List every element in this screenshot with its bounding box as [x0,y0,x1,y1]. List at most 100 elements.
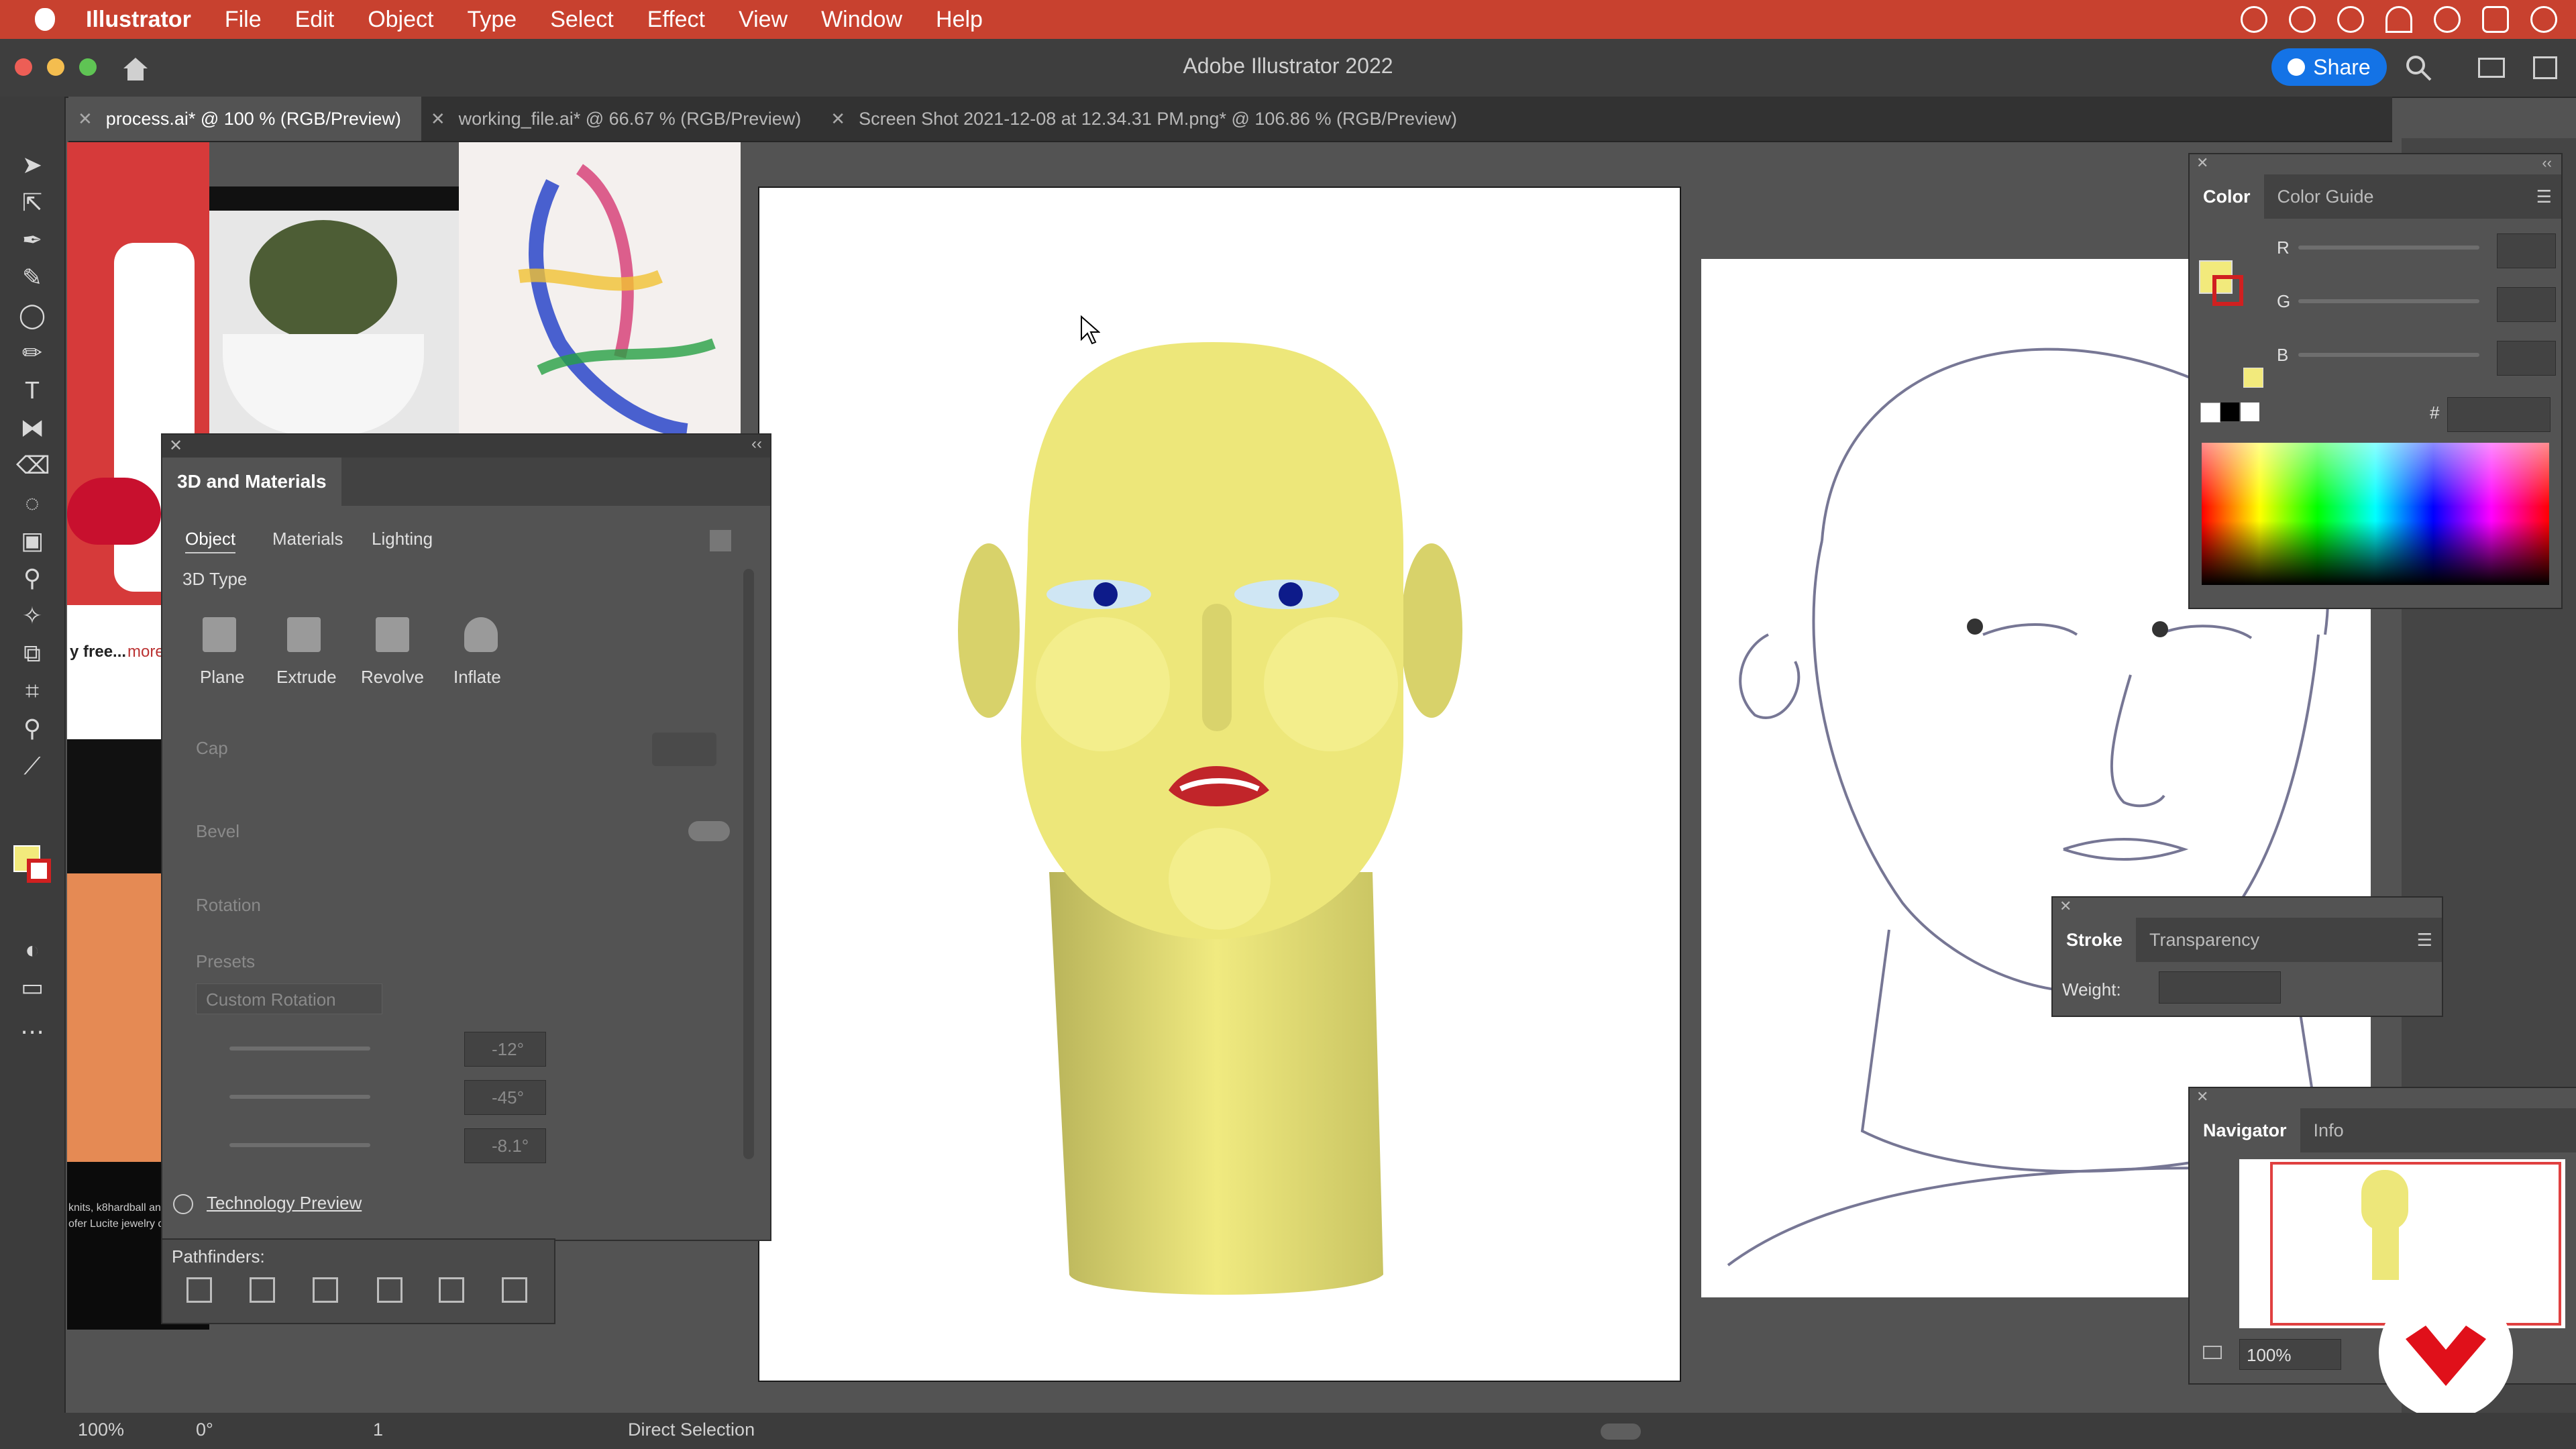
direct-selection-tool-icon[interactable]: ⇱ [16,188,48,217]
menu-select[interactable]: Select [550,7,614,33]
divide-icon[interactable] [439,1277,464,1303]
panel-menu-icon[interactable]: ☰ [2417,930,2432,951]
tab-materials[interactable]: Materials [272,529,343,549]
curvature-tool-icon[interactable]: ✎ [16,263,48,292]
weight-stepper[interactable] [2131,973,2152,1002]
channel-g-slider[interactable] [2298,299,2479,303]
zoom-tool-icon[interactable]: ⚲ [16,714,48,743]
stroke-color-swatch[interactable] [27,859,51,883]
intersect-icon[interactable] [313,1277,338,1303]
tab-lighting[interactable]: Lighting [372,529,433,549]
clock-icon[interactable] [2530,6,2557,33]
tab-transparency[interactable]: Transparency [2136,918,2273,962]
control-center-icon[interactable] [2482,6,2509,33]
color-spectrum[interactable] [2202,443,2549,585]
cap-toggle[interactable] [652,733,716,766]
creative-cloud-icon[interactable] [2241,6,2267,33]
head-artwork[interactable] [759,188,1680,1381]
menu-view[interactable]: View [739,7,788,33]
horizontal-scroll-thumb[interactable] [1601,1424,1641,1440]
artboard-tool-icon[interactable]: ⌗ [16,676,48,706]
rotation-y-slider[interactable] [229,1095,370,1099]
rotation-x-field[interactable]: -12° [464,1032,546,1067]
search-icon[interactable] [2404,54,2432,82]
artboard-process[interactable] [758,186,1681,1382]
plane-icon[interactable] [203,617,236,652]
panel-toggle-icon[interactable] [2533,56,2557,79]
menu-help[interactable]: Help [936,7,983,33]
channel-r-slider[interactable] [2298,246,2479,250]
type-inflate-label[interactable]: Inflate [453,667,501,688]
apple-logo-icon[interactable] [35,8,55,31]
hex-field[interactable] [2447,397,2551,432]
spotlight-search-icon[interactable] [2434,6,2461,33]
tab-working-file[interactable]: ✕ working_file.ai* @ 66.67 % (RGB/Preview… [421,97,821,141]
rotation-y-field[interactable]: -45° [464,1080,546,1115]
zoom-field[interactable]: 100% [2239,1339,2341,1370]
tab-color[interactable]: Color [2190,174,2264,219]
image-trace-tool-icon[interactable]: ▣ [16,526,48,555]
menu-window[interactable]: Window [821,7,902,33]
ellipse-tool-icon[interactable]: ◯ [16,301,48,330]
menu-effect[interactable]: Effect [647,7,705,33]
menu-object[interactable]: Object [368,7,433,33]
black-swatch[interactable] [2220,402,2239,421]
close-panel-icon[interactable]: ✕ [2196,1088,2208,1106]
snippet-more-link[interactable]: more [127,643,164,661]
screen-mode-icon[interactable]: ▭ [16,973,48,1002]
channel-b-field[interactable] [2497,341,2556,376]
play-icon[interactable] [2337,6,2364,33]
pencil-tool-icon[interactable]: ✏ [16,338,48,368]
eraser-tool-icon[interactable]: ⌫ [16,451,50,480]
collapse-panel-icon[interactable]: ‹‹ [2542,154,2552,172]
arrange-documents-icon[interactable] [2478,58,2505,78]
render-options-icon[interactable] [710,530,731,551]
rotation-z-field[interactable]: -8.1° [464,1128,546,1163]
status-rotation[interactable]: 0° [196,1419,213,1440]
close-tab-icon[interactable]: ✕ [830,109,845,129]
tab-info[interactable]: Info [2300,1108,2357,1152]
tab-stroke[interactable]: Stroke [2053,918,2137,962]
tab-object[interactable]: Object [185,529,236,553]
close-panel-icon[interactable]: ✕ [2196,154,2208,172]
close-tab-icon[interactable]: ✕ [431,109,445,129]
menu-edit[interactable]: Edit [295,7,335,33]
tab-screenshot[interactable]: ✕ Screen Shot 2021-12-08 at 12.34.31 PM.p… [821,97,1477,141]
lasso-tool-icon[interactable]: ◌ [16,488,48,518]
bevel-label[interactable]: Bevel [196,821,239,842]
weight-field[interactable] [2159,971,2281,1004]
bevel-toggle[interactable] [688,821,730,841]
wifi-icon[interactable] [2385,6,2412,33]
reference-image-plant[interactable] [209,186,459,435]
none-swatch[interactable] [2200,402,2220,423]
rotation-z-slider[interactable] [229,1143,370,1147]
close-tab-icon[interactable]: ✕ [78,109,93,129]
collapse-panel-icon[interactable]: ‹‹ [751,435,762,453]
menu-app[interactable]: Illustrator [86,7,191,33]
panel-scrollbar[interactable] [743,569,754,1159]
close-panel-icon[interactable]: ✕ [2059,898,2072,915]
channel-g-field[interactable] [2497,287,2556,322]
tab-navigator[interactable]: Navigator [2190,1108,2300,1152]
trim-icon[interactable] [502,1277,527,1303]
share-button[interactable]: Share [2271,48,2387,86]
type-tool-icon[interactable]: T [16,376,48,405]
tab-3d-materials[interactable]: 3D and Materials [162,458,341,506]
more-tools-icon[interactable]: ⋯ [16,1017,48,1046]
out-of-gamut-swatch[interactable] [2243,368,2263,388]
reference-image-painting[interactable] [459,142,741,438]
exclude-icon[interactable] [377,1277,402,1303]
sync-icon[interactable] [2289,6,2316,33]
menu-type[interactable]: Type [467,7,517,33]
measure-tool-icon[interactable]: ⟋ [16,751,48,781]
revolve-icon[interactable] [376,617,409,652]
panel-menu-icon[interactable]: ☰ [2536,186,2552,207]
zoom-out-icon[interactable] [2203,1346,2222,1359]
type-plane-label[interactable]: Plane [200,667,245,688]
channel-r-field[interactable] [2497,233,2556,268]
selection-tool-icon[interactable]: ➤ [16,150,48,180]
status-artboard-number[interactable]: 1 [373,1419,383,1440]
technology-preview-link[interactable]: Technology Preview [207,1193,362,1214]
inflate-icon[interactable] [464,617,498,652]
minus-front-icon[interactable] [250,1277,275,1303]
